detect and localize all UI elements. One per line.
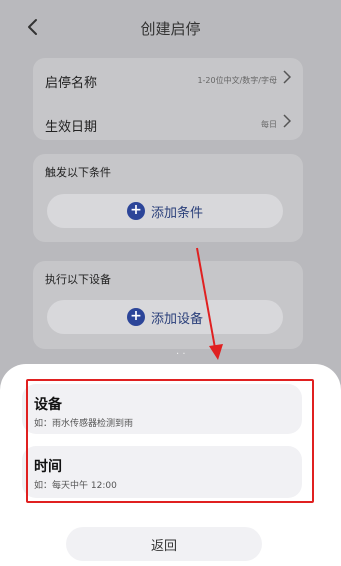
device-label: 执行以下设备 <box>45 273 111 286</box>
condition-card: 触发以下条件 + 添加条件 <box>33 154 303 242</box>
date-label: 生效日期 <box>45 120 98 135</box>
plus-icon: + <box>126 202 145 220</box>
add-condition-button[interactable]: + 添加条件 <box>47 194 283 228</box>
name-label: 启停名称 <box>45 76 98 91</box>
chevron-right-icon <box>283 70 292 87</box>
basic-info-card: 启停名称 1-20位中文/数字/字母 生效日期 每日 <box>33 58 303 140</box>
device-card: 执行以下设备 + 添加设备 <box>33 261 303 349</box>
plus-icon: + <box>126 308 145 326</box>
add-condition-label: 添加条件 <box>150 205 203 221</box>
divider-dots: · · <box>176 349 186 360</box>
add-device-button[interactable]: + 添加设备 <box>47 300 283 334</box>
name-input[interactable]: 1-20位中文/数字/字母 <box>197 75 277 86</box>
chevron-right-icon <box>283 114 292 131</box>
add-device-label: 添加设备 <box>150 311 203 327</box>
page-title: 创建启停 <box>140 20 201 38</box>
return-button[interactable]: 返回 <box>66 527 262 561</box>
highlight-box <box>26 379 314 503</box>
date-value[interactable]: 每日 <box>261 119 277 130</box>
header: 创建启停 <box>0 0 341 52</box>
condition-label: 触发以下条件 <box>45 166 111 179</box>
